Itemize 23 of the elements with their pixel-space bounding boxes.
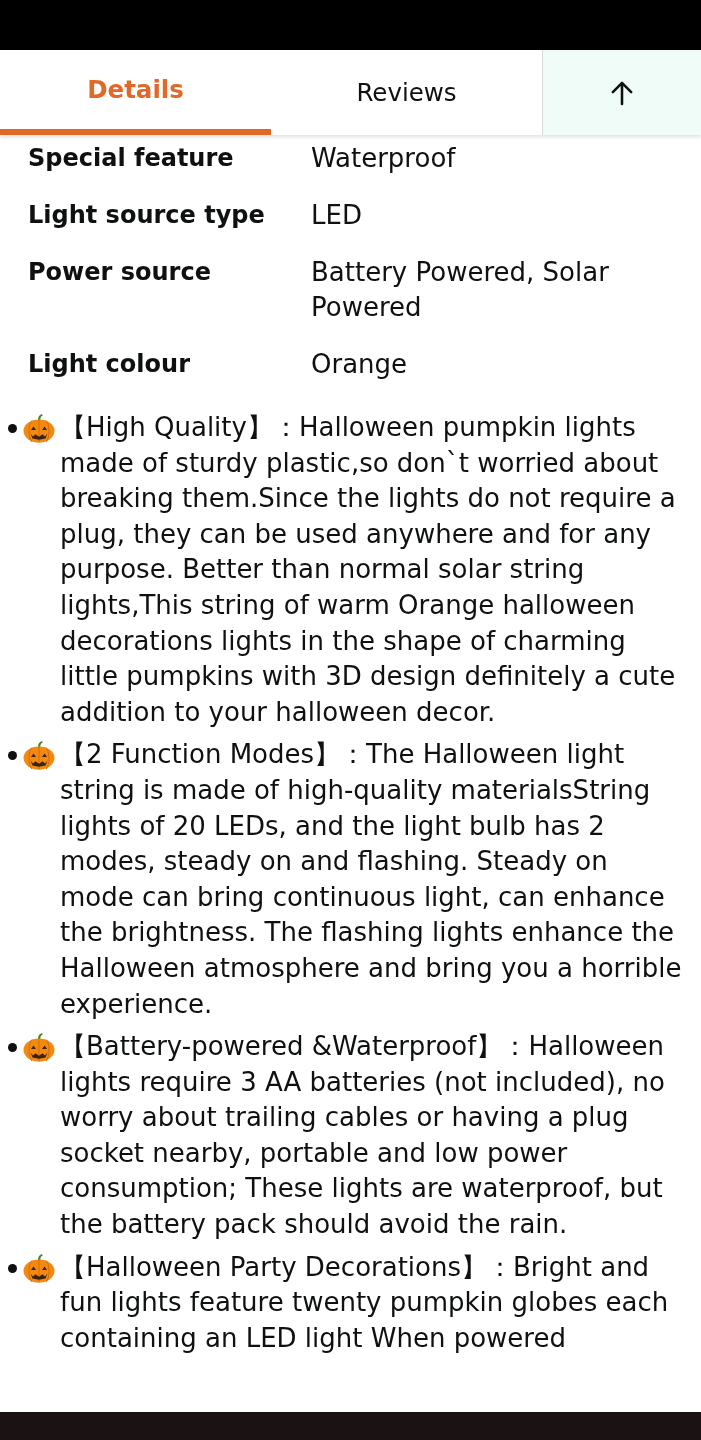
- pumpkin-icon: [23, 1252, 55, 1283]
- pumpkin-icon: [23, 740, 55, 771]
- bullet-icon: [8, 1043, 17, 1053]
- spec-value: Orange: [311, 348, 409, 381]
- spec-value: LED: [311, 199, 363, 232]
- pumpkin-icon: [23, 1032, 55, 1063]
- bullet-icon: [8, 751, 17, 761]
- bullet-text: 【High Quality】：Halloween pumpkin lights made of sturdy plastic,so don`t worried about breaking them.Since the lights do not require a plug, they can be used anywhere and for any purpose. Better than normal solar string lights,This string of warm Orange halloween decorations lights in the shape of charming little pumpkins with 3D design definitely a cute addition to your halloween decor.: [60, 411, 677, 729]
- spec-label: Light source type: [28, 200, 266, 231]
- pumpkin-icon: [23, 413, 55, 443]
- spec-value: Battery Powered, Solar Powered: [311, 256, 610, 324]
- spec-label: Power source: [28, 257, 212, 288]
- tab[interactable]: Reviews: [271, 50, 542, 135]
- bullet-text: 【2 Function Modes】：The Halloween light string is made of high-quality materialsString lights of 20 LEDs, and the light bulb has 2 modes, steady on and flashing. Steady on mode can bring continuous light, can enhance the brightness. The flashing lights enhance the Halloween atmosphere and bring you a horrible experience.: [60, 738, 683, 1021]
- bullet-icon: [8, 1263, 17, 1273]
- bullet-icon: [8, 424, 17, 433]
- spec-value: Waterproof: [311, 142, 457, 175]
- bullet-text: 【Battery-powered &Waterproof】：Halloween lights require 3 AA batteries (not included), no worry about trailing cables or having a plug socket nearby, portable and low power consumption; These lights are waterproof, but the battery pack should avoid the rain.: [60, 1030, 666, 1242]
- up-arrow-icon: [611, 79, 633, 106]
- bullet-text: 【Halloween Party Decorations】：Bright and fun lights feature twenty pumpkin globes each containing an LED light When powered: [60, 1250, 670, 1355]
- scroll-top-button[interactable]: [542, 50, 701, 135]
- spec-label: Light colour: [28, 349, 191, 380]
- spec-label: Special feature: [28, 143, 235, 174]
